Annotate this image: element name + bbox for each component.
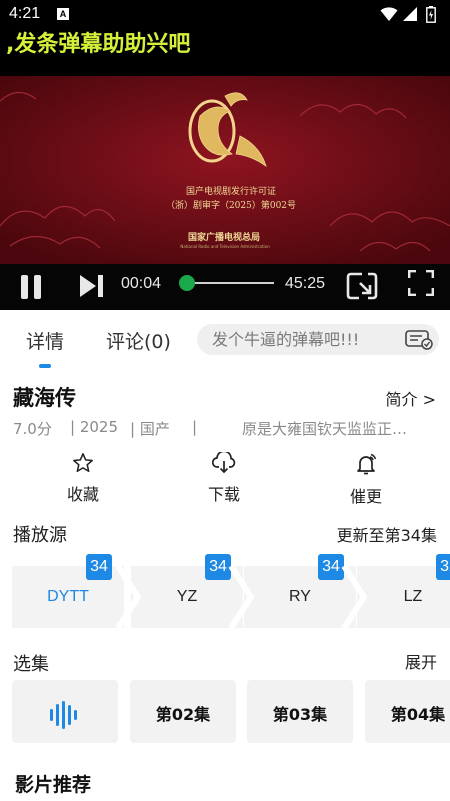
video-overlay-line2: （浙）剧审字（2025）第002号 bbox=[165, 201, 297, 211]
episode-label: 第02集 bbox=[155, 705, 211, 724]
episode-item-02[interactable]: 第02集 bbox=[130, 680, 236, 743]
favorite-label: 收藏 bbox=[66, 485, 99, 504]
show-title: 藏海传 bbox=[13, 386, 76, 410]
episode-item-04[interactable]: 第04集 bbox=[365, 680, 450, 743]
episode-list: 第02集 第03集 第04集 bbox=[0, 680, 450, 743]
show-score: 7.0分 bbox=[13, 420, 52, 438]
source-list: DYTT 34 YZ 34 RY 34 LZ 32 bbox=[0, 554, 450, 628]
download-label: 下载 bbox=[207, 485, 240, 504]
danmaku-bar: ,发条弹幕助助兴吧 bbox=[0, 30, 450, 76]
danmaku-input-box[interactable] bbox=[197, 324, 439, 355]
bell-icon bbox=[357, 453, 377, 475]
video-overlay-line3: 国家广播电视总局 bbox=[187, 233, 260, 243]
status-time: 4:21 bbox=[9, 5, 41, 22]
status-bar: 4:21 A bbox=[0, 0, 450, 30]
cast-icon[interactable] bbox=[346, 271, 378, 301]
sources-title: 播放源 bbox=[13, 525, 67, 546]
intro-link[interactable]: 简介 > bbox=[386, 386, 437, 410]
detail-tabs: 详情 评论(0) bbox=[0, 310, 450, 370]
recommend-title: 影片推荐 bbox=[15, 774, 92, 796]
video-overlay-line4: National Radio and Television Administra… bbox=[180, 244, 270, 249]
tab-comments[interactable]: 评论(0) bbox=[106, 327, 171, 354]
danmaku-scrolling-text: ,发条弹幕助助兴吧 bbox=[6, 32, 191, 57]
sources-update-info: 更新至第34集 bbox=[336, 526, 437, 545]
source-separators bbox=[115, 566, 368, 628]
notification-icon: A bbox=[57, 8, 69, 20]
danmaku-settings-icon[interactable] bbox=[405, 330, 433, 350]
next-episode-icon[interactable] bbox=[79, 274, 105, 298]
signal-icon bbox=[403, 7, 417, 21]
current-time: 00:04 bbox=[121, 275, 162, 292]
wifi-icon bbox=[380, 7, 398, 21]
urge-update-button[interactable]: 催更 bbox=[321, 452, 411, 510]
player-controls: 00:04 45:25 bbox=[0, 264, 450, 310]
episode-item-03[interactable]: 第03集 bbox=[247, 680, 353, 743]
now-playing-icon bbox=[50, 701, 77, 729]
episode-label: 第03集 bbox=[272, 705, 328, 724]
show-region: | 国产 bbox=[130, 420, 170, 438]
episode-label: 第04集 bbox=[390, 705, 446, 724]
episodes-title: 选集 bbox=[13, 654, 49, 675]
progress-track[interactable] bbox=[186, 282, 274, 284]
urge-update-label: 催更 bbox=[349, 487, 382, 506]
battery-icon bbox=[426, 6, 436, 23]
meta-divider: | bbox=[192, 418, 198, 436]
show-summary[interactable]: 原是大雍国钦天监监正… bbox=[242, 418, 407, 439]
episodes-expand[interactable]: 展开 bbox=[405, 649, 437, 673]
tab-details[interactable]: 详情 bbox=[26, 327, 64, 354]
fullscreen-icon[interactable] bbox=[408, 270, 434, 296]
favorite-button[interactable]: 收藏 bbox=[38, 452, 128, 510]
episode-item-01[interactable] bbox=[12, 680, 118, 743]
video-player[interactable]: 国产电视剧发行许可证 （浙）剧审字（2025）第002号 国家广播电视总局 Na… bbox=[0, 76, 450, 264]
progress-thumb[interactable] bbox=[179, 275, 195, 291]
star-icon bbox=[73, 453, 93, 473]
download-button[interactable]: 下载 bbox=[179, 452, 269, 510]
video-overlay-line1: 国产电视剧发行许可证 bbox=[185, 187, 276, 197]
tab-active-indicator bbox=[39, 364, 51, 368]
total-time: 45:25 bbox=[285, 275, 326, 292]
pause-icon[interactable] bbox=[19, 274, 43, 300]
danmaku-input[interactable] bbox=[212, 324, 402, 355]
download-icon bbox=[212, 452, 236, 474]
show-year: | 2025 bbox=[70, 418, 118, 436]
